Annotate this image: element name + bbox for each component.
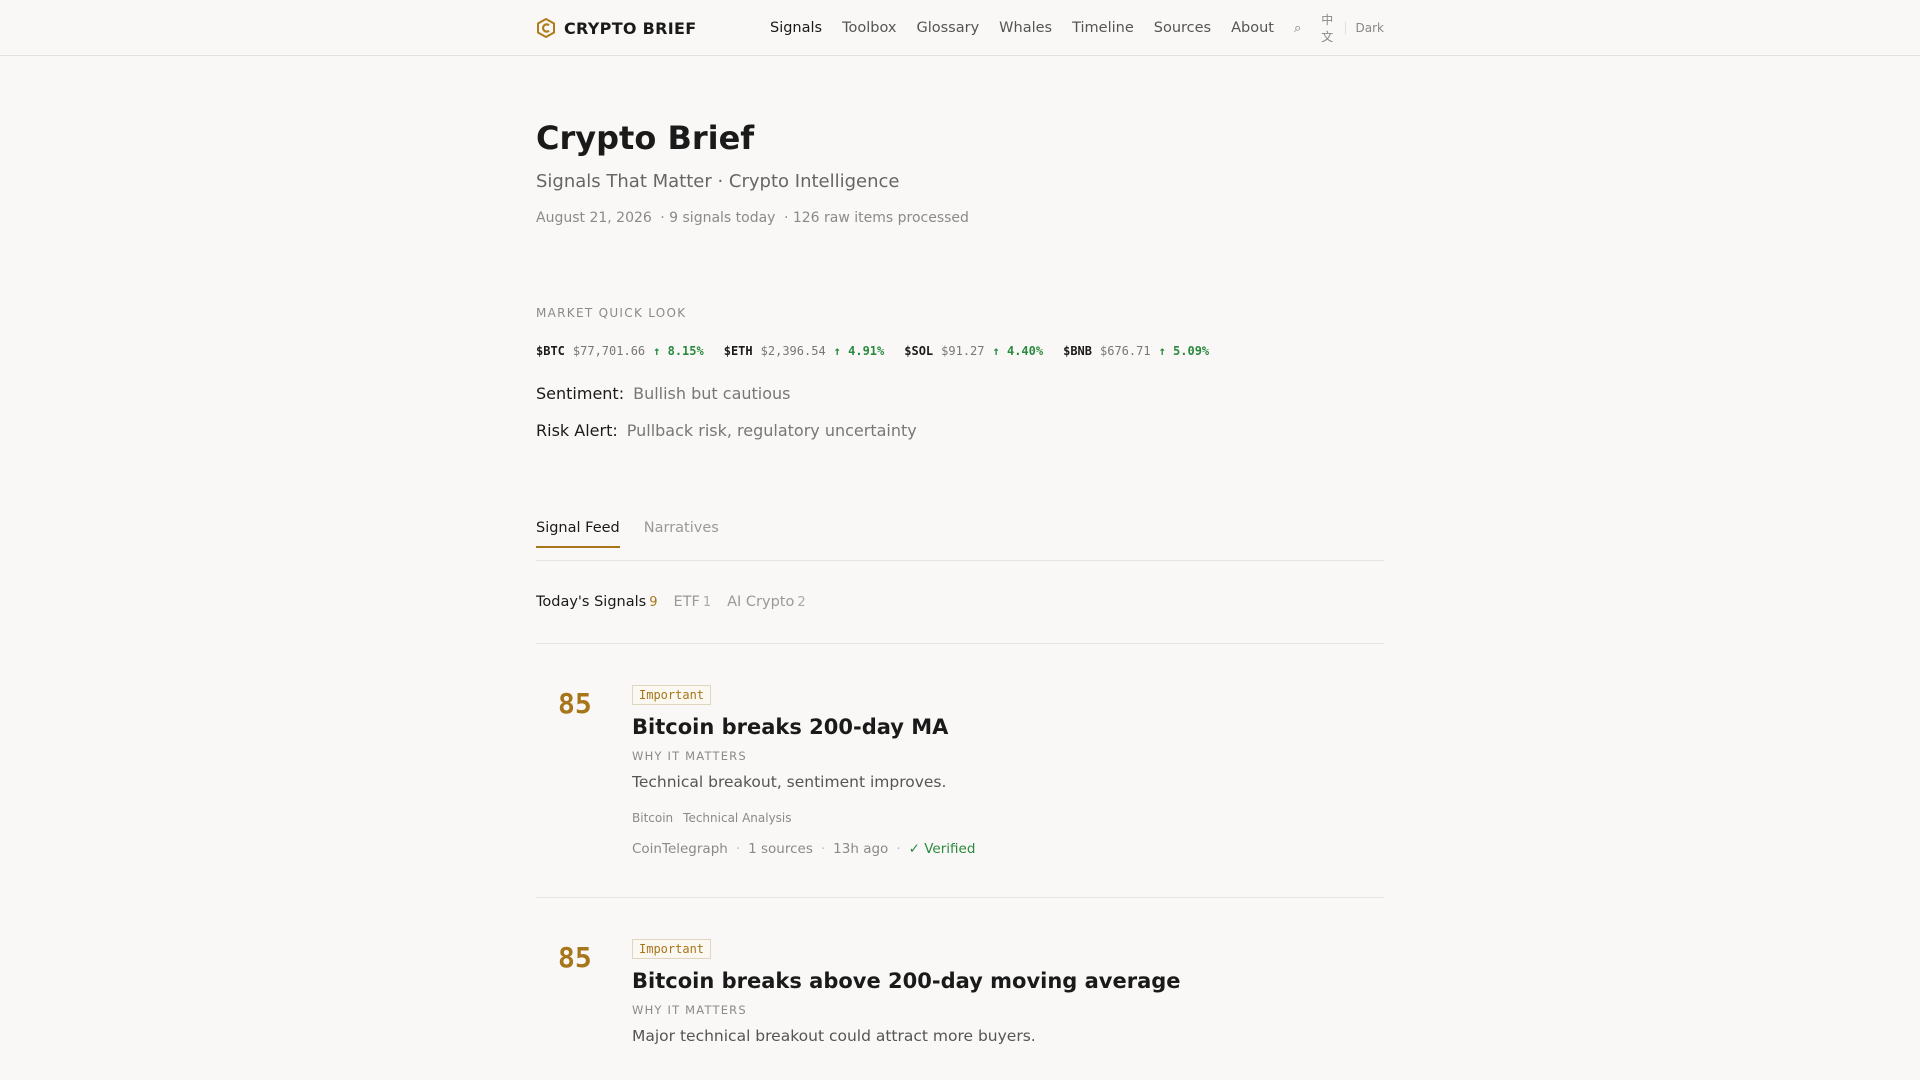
main-nav: Signals Toolbox Glossary Whales Timeline… [770,0,1384,56]
signal-source[interactable]: CoinTelegraph [632,841,728,857]
signal-meta: CoinTelegraph · 1 sources · 13h ago · ✓ … [632,841,1384,857]
nav-divider [1344,22,1346,34]
meta-separator: · [735,841,741,858]
nav-timeline[interactable]: Timeline [1072,20,1134,36]
view-tabs: Signal Feed Narratives [536,520,1384,562]
signal-description: Technical breakout, sentiment improves. [632,773,947,792]
nav-sources[interactable]: Sources [1154,20,1211,36]
filter-ai-crypto[interactable]: AI Crypto 2 [727,594,806,610]
signal-sources-count: 1 sources [748,841,813,858]
nav-glossary[interactable]: Glossary [916,20,979,36]
signal-card[interactable]: 85 Important Bitcoin breaks 200-day MA W… [536,644,1384,899]
main-content: Crypto Brief Signals That Matter · Crypt… [536,119,1384,1080]
page-meta: August 21, 2026 · 9 signals today · 126 … [536,210,1384,226]
signal-title[interactable]: Bitcoin breaks above 200-day moving aver… [632,969,1384,993]
logo-icon [537,18,555,38]
ticker-symbol: $SOL [904,344,934,359]
filter-label: ETF [673,594,700,611]
signal-time: 13h ago [833,841,889,858]
ticker-change: ↑ 4.40% [992,344,1044,359]
ticker-eth: $ETH $2,396.54 ↑ 4.91% [724,344,885,358]
tag[interactable]: Technical Analysis [683,811,791,825]
why-it-matters-label: WHY IT MATTERS [632,1003,747,1018]
ticker-change: ↑ 4.91% [833,344,885,359]
language-toggle[interactable]: 中文 [1321,11,1335,45]
ticker-symbol: $ETH [723,344,753,359]
signal-body: Important Bitcoin breaks 200-day MA WHY … [632,684,1384,857]
ticker-price: $77,701.66 [572,344,646,359]
filter-count: 9 [649,595,658,611]
risk-alert-value: Pullback risk, regulatory uncertainty [626,421,917,441]
sentiment-row: Sentiment: Bullish but cautious [536,384,1384,403]
signal-body: Important Bitcoin breaks above 200-day m… [632,938,1384,1045]
ticker-price: $676.71 [1100,344,1151,359]
sentiment-value: Bullish but cautious [633,384,791,404]
nav-whales[interactable]: Whales [999,20,1052,36]
signals-today: · 9 signals today [660,210,776,227]
ticker-change: ↑ 5.09% [1158,344,1210,359]
ticker-price: $2,396.54 [760,344,826,359]
tab-signal-feed[interactable]: Signal Feed [536,520,620,549]
verified-badge: ✓ Verified [908,841,976,858]
meta-separator: · [896,841,901,858]
page-subtitle: Signals That Matter · Crypto Intelligenc… [536,171,900,193]
tag[interactable]: Bitcoin [632,811,673,825]
sentiment-label: Sentiment: [536,384,625,404]
raw-items: · 126 raw items processed [783,210,969,227]
top-navbar: CRYPTO BRIEF Signals Toolbox Glossary Wh… [0,0,1920,56]
page-title: Crypto Brief [536,119,755,157]
brand-name: CRYPTO BRIEF [564,18,697,38]
signal-tags: Bitcoin Technical Analysis [632,811,1384,825]
signal-description: Major technical breakout could attract m… [632,1027,1036,1046]
nav-about[interactable]: About [1231,20,1274,36]
meta-separator: · [820,841,826,858]
ticker-bnb: $BNB $676.71 ↑ 5.09% [1063,344,1209,358]
signal-score: 85 [558,941,592,975]
ticker-sol: $SOL $91.27 ↑ 4.40% [904,344,1043,358]
theme-toggle[interactable]: Dark [1356,21,1384,35]
ticker-price: $91.27 [941,344,985,359]
tab-narratives[interactable]: Narratives [644,520,719,548]
filter-todays-signals[interactable]: Today's Signals 9 [536,594,657,610]
filter-count: 1 [702,595,712,611]
ticker-row: $BTC $77,701.66 ↑ 8.15% $ETH $2,396.54 ↑… [536,344,1384,358]
why-it-matters-label: WHY IT MATTERS [632,749,747,764]
nav-toolbox[interactable]: Toolbox [842,20,896,36]
nav-signals[interactable]: Signals [770,20,822,36]
signal-card[interactable]: 85 Important Bitcoin breaks above 200-da… [536,898,1384,1080]
importance-badge: Important [632,939,712,960]
ticker-change: ↑ 8.15% [653,344,704,359]
market-quick-look-label: MARKET QUICK LOOK [536,306,687,321]
importance-badge: Important [632,685,712,706]
signal-filters: Today's Signals 9 ETF 1 AI Crypto 2 [536,594,1384,645]
ticker-symbol: $BNB [1063,344,1092,359]
filter-etf[interactable]: ETF 1 [673,594,711,610]
ticker-btc: $BTC $77,701.66 ↑ 8.15% [536,344,704,358]
report-date: August 21, 2026 [536,210,652,227]
risk-alert-row: Risk Alert: Pullback risk, regulatory un… [536,421,1384,440]
filter-count: 2 [797,595,806,611]
filter-label: Today's Signals [536,594,647,611]
ticker-symbol: $BTC [536,344,565,359]
search-icon[interactable]: ⌕ [1294,21,1301,36]
risk-alert-label: Risk Alert: [536,421,618,441]
signal-score: 85 [558,687,592,721]
filter-label: AI Crypto [727,594,795,611]
signal-title[interactable]: Bitcoin breaks 200-day MA [632,715,1384,739]
brand[interactable]: CRYPTO BRIEF [536,18,697,38]
